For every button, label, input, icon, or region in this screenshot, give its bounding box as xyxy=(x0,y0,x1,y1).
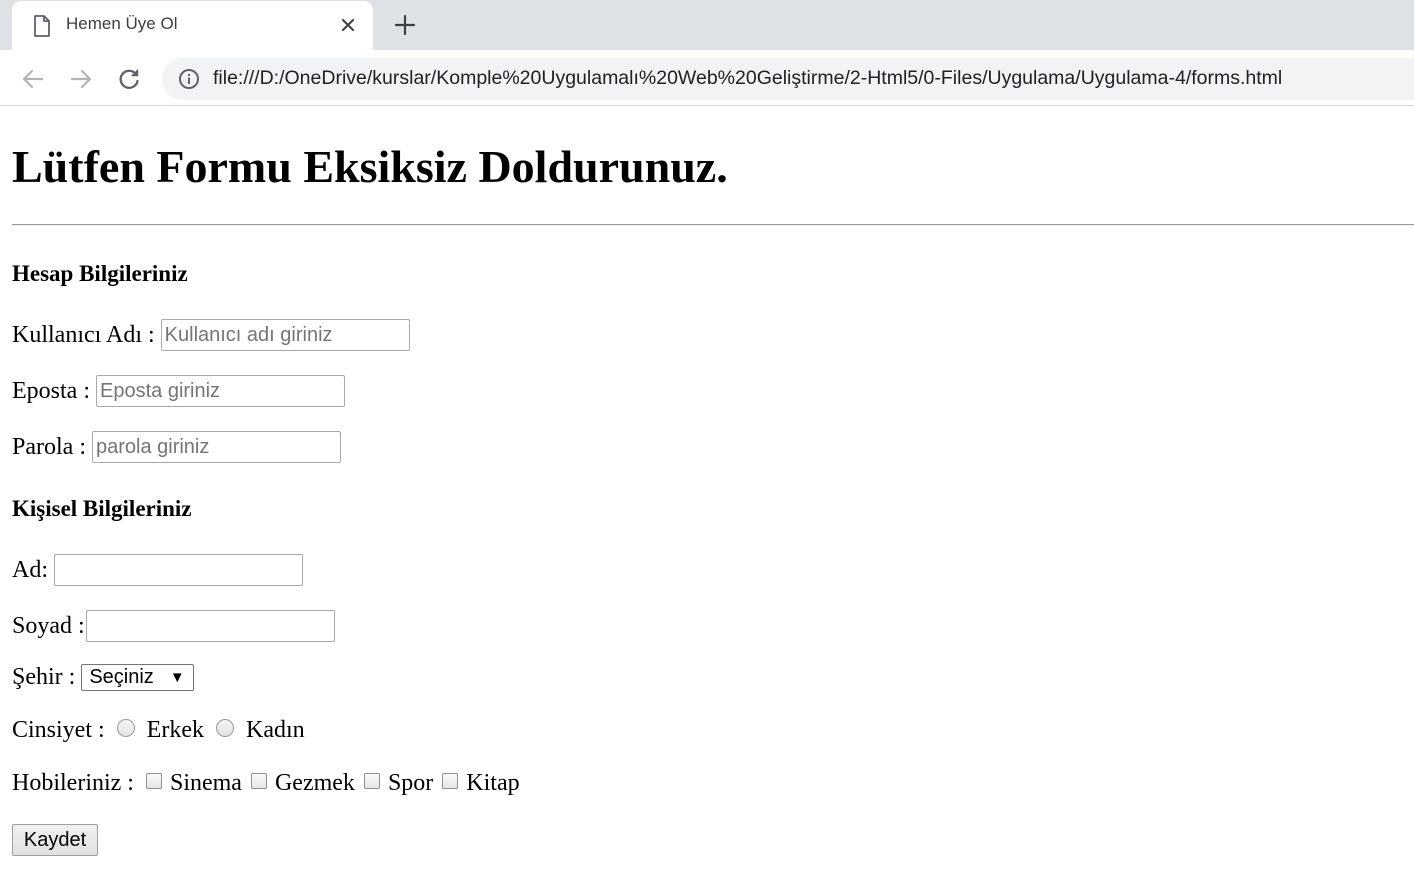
first-name-row: Ad: xyxy=(12,554,303,586)
page-title: Lütfen Formu Eksiksiz Doldurunuz. xyxy=(12,141,728,192)
hobby-option-label: Spor xyxy=(387,770,434,796)
url-text[interactable]: file:///D:/OneDrive/kurslar/Komple%20Uyg… xyxy=(213,67,1282,90)
first-name-input[interactable] xyxy=(54,554,303,586)
hobbies-label: Hobileriniz : xyxy=(12,770,134,796)
first-name-label: Ad: xyxy=(12,556,48,583)
username-input[interactable] xyxy=(160,319,410,351)
hobby-option-label: Gezmek xyxy=(274,770,355,796)
username-row: Kullanıcı Adı : xyxy=(12,319,410,351)
last-name-input[interactable] xyxy=(85,610,335,642)
gender-row: Cinsiyet : Erkek Kadın xyxy=(12,717,314,744)
gender-radio-kadin[interactable] xyxy=(215,718,234,737)
gender-option-label: Kadın xyxy=(245,717,305,743)
password-row: Parola : xyxy=(12,431,341,463)
gender-label: Cinsiyet : xyxy=(12,717,105,743)
dropdown-arrow-icon: ▼ xyxy=(169,669,185,686)
document-icon xyxy=(34,15,50,37)
page-content: Lütfen Formu Eksiksiz Doldurunuz. Hesap … xyxy=(0,107,1414,878)
tab-strip: Hemen Üye Ol xyxy=(0,0,1414,50)
password-label: Parola : xyxy=(12,433,86,460)
tab-title: Hemen Üye Ol xyxy=(66,14,178,33)
password-input[interactable] xyxy=(91,431,341,463)
info-icon[interactable] xyxy=(178,68,200,90)
email-row: Eposta : xyxy=(12,375,345,407)
close-icon[interactable] xyxy=(340,17,356,33)
reload-icon[interactable] xyxy=(116,66,142,92)
gender-radio-erkek[interactable] xyxy=(116,718,135,737)
hobby-option-label: Kitap xyxy=(466,770,520,796)
hobby-checkbox-sinema[interactable] xyxy=(145,772,162,789)
address-bar[interactable]: file:///D:/OneDrive/kurslar/Komple%20Uyg… xyxy=(162,58,1414,100)
back-arrow-icon[interactable] xyxy=(20,66,46,92)
username-label: Kullanıcı Adı : xyxy=(12,321,155,348)
new-tab-plus-icon[interactable] xyxy=(393,13,417,37)
save-button[interactable]: Kaydet xyxy=(12,824,98,856)
city-row: Şehir : Seçiniz ▼ xyxy=(12,664,194,691)
hobbies-row: Hobileriniz : Sinema Gezmek Spor Kitap xyxy=(12,770,529,797)
hobby-option-label: Sinema xyxy=(169,770,242,796)
hobby-checkbox-spor[interactable] xyxy=(363,772,380,789)
personal-section-heading: Kişisel Bilgileriniz xyxy=(12,496,192,521)
account-section-heading: Hesap Bilgileriniz xyxy=(12,261,188,286)
forward-arrow-icon[interactable] xyxy=(68,66,94,92)
last-name-row: Soyad : xyxy=(12,610,335,642)
gender-option-label: Erkek xyxy=(146,717,204,743)
hobby-checkbox-kitap[interactable] xyxy=(442,772,459,789)
city-label: Şehir : xyxy=(12,664,76,690)
city-select[interactable]: Seçiniz ▼ xyxy=(81,664,194,691)
last-name-label: Soyad : xyxy=(12,612,85,639)
browser-tab[interactable]: Hemen Üye Ol xyxy=(12,1,373,50)
horizontal-rule xyxy=(12,224,1414,226)
hobby-checkbox-gezmek[interactable] xyxy=(250,772,267,789)
email-input[interactable] xyxy=(96,375,345,407)
city-select-value: Seçiniz xyxy=(89,666,154,688)
email-label: Eposta : xyxy=(12,377,90,404)
browser-toolbar: file:///D:/OneDrive/kurslar/Komple%20Uyg… xyxy=(0,50,1414,106)
